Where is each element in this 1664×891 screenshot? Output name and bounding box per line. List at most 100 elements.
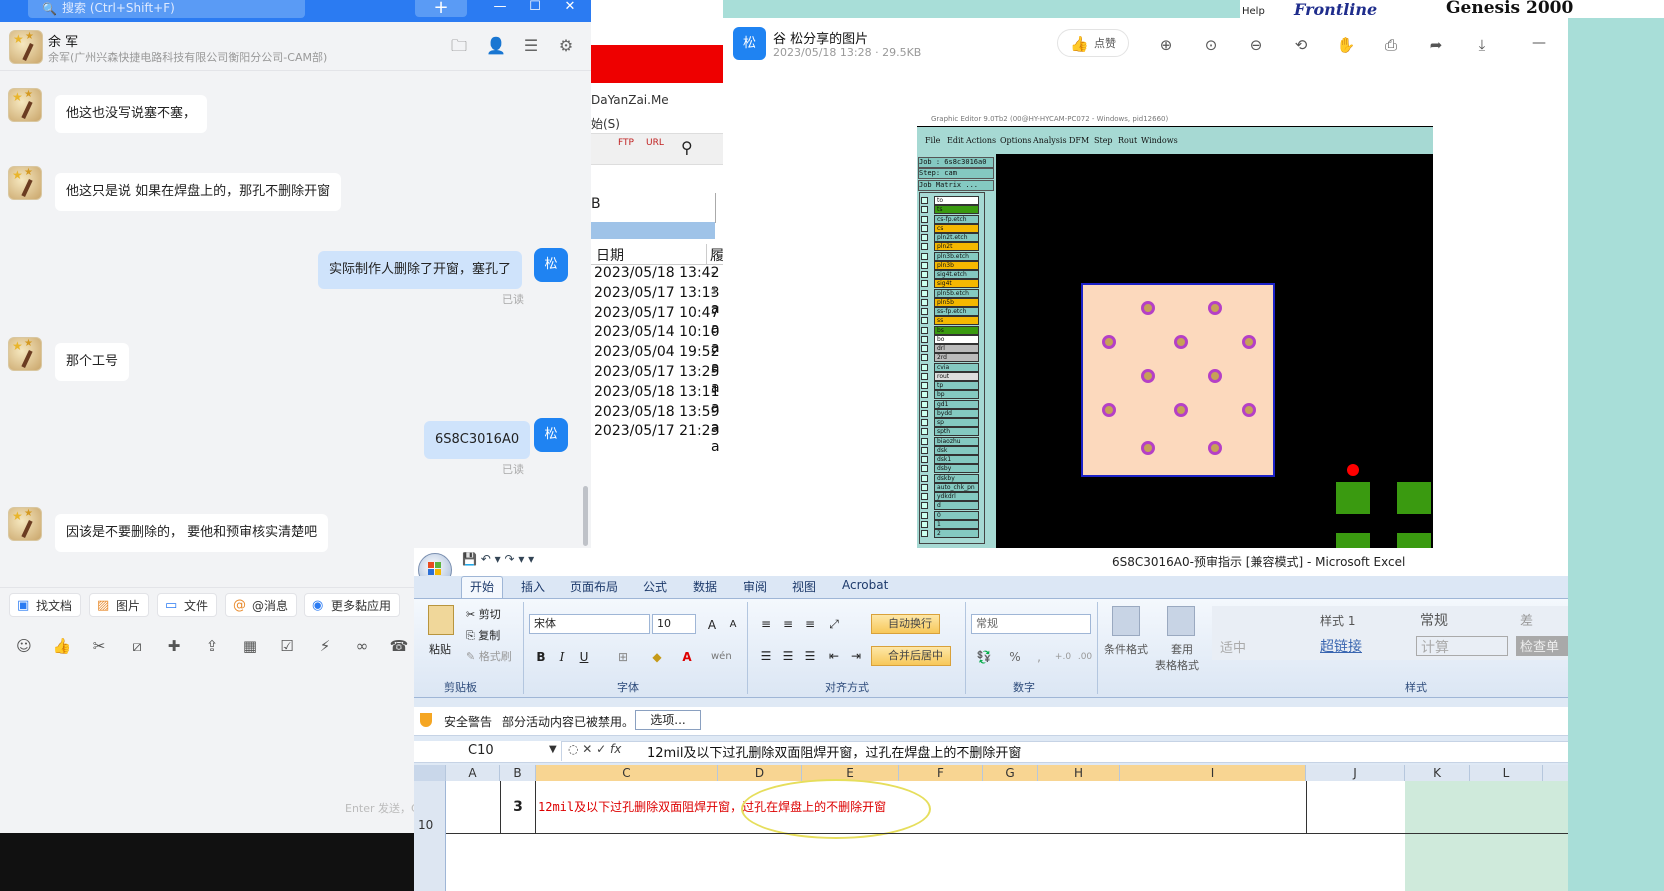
layer-toggle[interactable] bbox=[921, 511, 928, 519]
layer-toggle[interactable] bbox=[921, 372, 928, 380]
checkbox-icon[interactable]: ☑ bbox=[277, 636, 297, 656]
select-all-corner[interactable] bbox=[414, 765, 446, 781]
menu-edit[interactable]: Edit bbox=[947, 136, 964, 145]
date-header[interactable]: 日期 bbox=[596, 245, 624, 265]
list-item[interactable]: 2023/05/17 21:23 -a bbox=[594, 423, 720, 455]
format-table-label-2[interactable]: 表格格式 bbox=[1155, 657, 1199, 673]
list-item[interactable]: 2023/05/17 10:47 -a bbox=[594, 305, 720, 337]
list-item[interactable]: 2023/05/18 13:11 -a bbox=[594, 384, 720, 416]
shrink-font-button[interactable]: A bbox=[722, 615, 744, 635]
cell-b10[interactable]: 3 bbox=[500, 781, 536, 833]
file-button[interactable]: ▭ 文件 bbox=[157, 593, 218, 617]
layer-row[interactable]: ss bbox=[934, 316, 979, 326]
search-history-icon[interactable]: ☰ bbox=[522, 37, 540, 55]
percent-button[interactable]: % bbox=[1004, 647, 1026, 667]
layer-row[interactable]: spth bbox=[934, 427, 979, 437]
formula-input[interactable]: 12mil及以下过孔删除双面阻焊开窗，过孔在焊盘上的不删除开窗 bbox=[647, 742, 1021, 761]
share-icon[interactable]: ➦ bbox=[1426, 35, 1446, 55]
list-item[interactable]: 2023/05/04 19:52 -a bbox=[594, 344, 720, 376]
avatar[interactable]: ★ ★ bbox=[8, 166, 42, 200]
layer-toggle[interactable] bbox=[921, 400, 928, 408]
layer-toggle[interactable] bbox=[921, 446, 928, 454]
layer-toggle[interactable] bbox=[921, 271, 928, 278]
fill-color-button[interactable]: ◆ bbox=[646, 647, 668, 667]
column-header-g[interactable]: G bbox=[983, 765, 1038, 781]
name-box[interactable]: C10 bbox=[414, 741, 562, 761]
layer-row[interactable]: pln5b.etch bbox=[934, 288, 979, 298]
format-table-label[interactable]: 套用 bbox=[1171, 641, 1193, 657]
menu-file[interactable]: File bbox=[925, 136, 940, 145]
image-button[interactable]: ▨ 图片 bbox=[89, 593, 150, 617]
layer-row[interactable]: pln3b.etch bbox=[934, 251, 979, 261]
layer-toggle[interactable] bbox=[921, 382, 928, 389]
layer-toggle[interactable] bbox=[921, 465, 928, 473]
new-chat-button[interactable]: + bbox=[415, 0, 467, 17]
menu-options[interactable]: Options bbox=[1000, 136, 1032, 145]
border-button[interactable]: ⊞ bbox=[612, 647, 634, 667]
layer-row[interactable]: bp bbox=[934, 390, 979, 400]
menu-dfm[interactable]: DFM bbox=[1069, 136, 1089, 145]
layer-toggle[interactable] bbox=[921, 391, 928, 399]
list-item[interactable]: 2023/05/18 13:59 -a bbox=[594, 404, 720, 436]
list-item[interactable]: 2023/05/17 13:25 -a bbox=[594, 364, 720, 396]
column-header-k[interactable]: K bbox=[1405, 765, 1470, 781]
tab-data[interactable]: 数据 bbox=[693, 578, 717, 595]
column-header-f[interactable]: F bbox=[899, 765, 983, 781]
layer-row[interactable]: bs bbox=[934, 325, 979, 335]
align-right-icon[interactable]: ☰ bbox=[799, 646, 821, 666]
layer-row[interactable]: 0 bbox=[934, 510, 979, 520]
layer-toggle[interactable] bbox=[921, 409, 928, 417]
layer-row[interactable]: dsk bbox=[934, 445, 979, 455]
calendar-icon[interactable]: ▦ bbox=[240, 636, 260, 656]
layer-toggle[interactable] bbox=[921, 206, 928, 214]
align-top-icon[interactable]: ≡ bbox=[755, 614, 777, 634]
style-calc[interactable]: 计算 bbox=[1416, 636, 1508, 656]
formula-icons[interactable]: ◌ ✕ ✓ fx bbox=[568, 742, 621, 756]
layer-toggle[interactable] bbox=[921, 261, 928, 269]
column-header-b[interactable]: B bbox=[500, 765, 536, 781]
conditional-format-icon[interactable] bbox=[1112, 606, 1140, 636]
cut-button[interactable]: ✂ 剪切 bbox=[466, 606, 501, 622]
layer-toggle[interactable] bbox=[921, 530, 928, 537]
layer-toggle[interactable] bbox=[921, 234, 928, 241]
style-neutral[interactable]: 适中 bbox=[1220, 637, 1246, 656]
tab-page-layout[interactable]: 页面布局 bbox=[570, 578, 618, 595]
layer-row[interactable]: pln3b bbox=[934, 260, 979, 270]
tab-view[interactable]: 视图 bbox=[792, 578, 816, 595]
format-painter-button[interactable]: ✎ 格式刷 bbox=[466, 648, 512, 664]
zoom-in-icon[interactable]: ⊕ bbox=[1156, 35, 1176, 55]
gear-icon[interactable]: ⚙ bbox=[557, 37, 575, 55]
tab-formulas[interactable]: 公式 bbox=[643, 578, 667, 595]
menu-step[interactable]: Step bbox=[1094, 136, 1113, 145]
list-item[interactable]: 2023/05/18 13:42 -- bbox=[594, 265, 720, 297]
search-input[interactable]: 🔍 搜索 (Ctrl+Shift+F) bbox=[28, 0, 305, 18]
mention-button[interactable]: @ @消息 bbox=[225, 593, 298, 617]
align-bottom-icon[interactable]: ≡ bbox=[799, 614, 821, 634]
italic-button[interactable]: I bbox=[551, 647, 573, 667]
maximize-icon[interactable]: ☐ bbox=[524, 0, 546, 16]
layer-toggle[interactable] bbox=[921, 520, 928, 528]
menu-start[interactable]: 始(S) bbox=[591, 115, 620, 132]
layer-row[interactable]: 2 bbox=[934, 529, 979, 538]
url-icon[interactable]: URL bbox=[646, 138, 664, 148]
layer-row[interactable]: tp bbox=[934, 381, 979, 390]
column-header-d[interactable]: D bbox=[718, 765, 802, 781]
increase-decimal-button[interactable]: +.0 bbox=[1052, 647, 1074, 667]
menu-windows[interactable]: Windows bbox=[1141, 136, 1178, 145]
layer-row[interactable]: 2rd bbox=[934, 353, 979, 363]
layer-toggle[interactable] bbox=[921, 493, 928, 500]
layer-row[interactable]: pln2t.etch bbox=[934, 233, 979, 242]
copy-button[interactable]: ⎘ 复制 bbox=[466, 627, 500, 643]
emoji-icon[interactable]: ☺ bbox=[14, 636, 34, 656]
row-number[interactable]: 10 bbox=[418, 818, 433, 832]
layer-row[interactable]: drl bbox=[934, 344, 979, 353]
layer-row[interactable]: d bbox=[934, 501, 979, 511]
scissors-icon[interactable]: ✂ bbox=[89, 636, 109, 656]
comma-button[interactable]: , bbox=[1028, 647, 1050, 667]
bold-button[interactable]: B bbox=[530, 647, 552, 667]
layer-toggle[interactable] bbox=[921, 224, 928, 232]
font-size-select[interactable]: 10 bbox=[652, 614, 696, 634]
layer-toggle[interactable] bbox=[921, 419, 928, 426]
chevron-down-icon[interactable]: ▼ bbox=[549, 744, 557, 755]
extra-header[interactable]: 履 bbox=[710, 245, 724, 265]
